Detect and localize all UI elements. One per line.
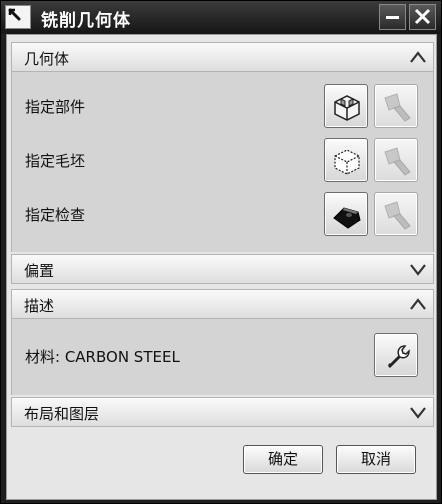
row-label-specify-check: 指定检查 xyxy=(25,206,86,224)
specify-part-button[interactable] xyxy=(324,84,368,128)
section-header-offset[interactable]: 偏置 xyxy=(11,254,434,284)
check-body-icon xyxy=(333,207,361,229)
row-label-specify-blank: 指定毛坯 xyxy=(25,152,86,170)
chevron-down-icon xyxy=(410,407,426,419)
close-icon xyxy=(414,8,431,25)
chevron-up-icon xyxy=(410,51,426,63)
section-title-layout-layers: 布局和图层 xyxy=(24,405,100,423)
section-title-offset: 偏置 xyxy=(24,262,55,280)
specify-blank-button[interactable] xyxy=(324,138,368,182)
dialog-window: 铣削几何体 几何体 指定部件 指定毛坯 指定检查 偏置 描述 材料: CARBO… xyxy=(0,0,442,504)
flashlight-icon xyxy=(384,147,411,176)
row-label-specify-part: 指定部件 xyxy=(25,98,86,116)
flashlight-icon xyxy=(384,201,411,230)
section-header-geometry[interactable]: 几何体 xyxy=(11,42,434,72)
flashlight-icon xyxy=(384,93,411,122)
section-content-geometry: 指定部件 指定毛坯 指定检查 xyxy=(11,72,434,252)
dialog-title: 铣削几何体 xyxy=(41,11,131,31)
minimize-button[interactable] xyxy=(379,4,406,30)
ok-button[interactable]: 确定 xyxy=(243,445,323,474)
select-part-button[interactable] xyxy=(374,84,418,128)
chevron-up-icon xyxy=(410,298,426,310)
specify-check-button[interactable] xyxy=(324,192,368,236)
edit-material-button[interactable] xyxy=(374,333,418,377)
section-title-geometry: 几何体 xyxy=(24,50,70,68)
section-header-layout-layers[interactable]: 布局和图层 xyxy=(11,397,434,427)
close-button[interactable] xyxy=(409,4,436,30)
select-check-button[interactable] xyxy=(374,192,418,236)
title-bar[interactable]: 铣削几何体 xyxy=(1,1,441,34)
material-label: 材料: CARBON STEEL xyxy=(25,348,180,366)
dialog-body: 几何体 指定部件 指定毛坯 指定检查 偏置 描述 材料: CARBON STEE… xyxy=(6,34,437,500)
chevron-down-icon xyxy=(410,264,426,276)
dialog-icon xyxy=(5,5,31,29)
select-blank-button[interactable] xyxy=(374,138,418,182)
section-content-description: 材料: CARBON STEEL xyxy=(11,319,434,395)
blank-icon xyxy=(334,149,360,175)
minimize-icon xyxy=(386,16,399,19)
part-icon xyxy=(334,95,360,121)
wrench-icon xyxy=(387,345,410,369)
cancel-button[interactable]: 取消 xyxy=(336,445,416,474)
section-title-description: 描述 xyxy=(24,297,55,315)
section-header-description[interactable]: 描述 xyxy=(11,289,434,319)
